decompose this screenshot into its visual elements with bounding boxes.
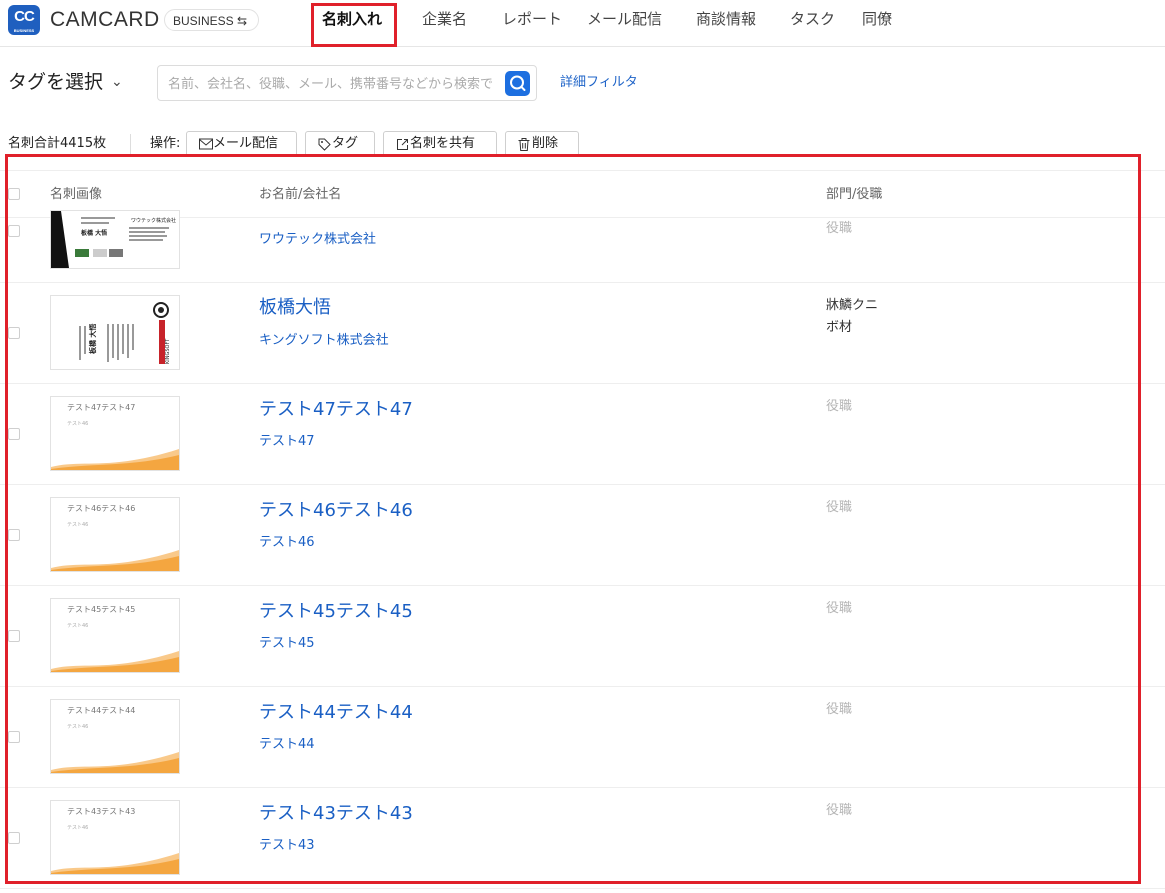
row-checkbox[interactable]	[8, 731, 20, 743]
column-header-card-image: 名刺画像	[50, 187, 103, 202]
table-row[interactable]: テスト46テスト46 テスト46 テスト46テスト46 テスト46 役職	[0, 485, 1165, 586]
row-checkbox[interactable]	[8, 225, 20, 237]
svg-text:板橋 大悟: 板橋 大悟	[81, 229, 107, 237]
table-row[interactable]: テスト43テスト43 テスト46 テスト43テスト43 テスト43 役職	[0, 788, 1165, 889]
dept-title: 役職	[826, 221, 853, 236]
contact-name-link[interactable]: テスト46テスト46	[259, 500, 413, 522]
company-name-link[interactable]: テスト45	[259, 635, 315, 653]
card-total-count: 名刺合計4415枚	[8, 136, 107, 151]
share-card-button[interactable]: 名刺を共有	[383, 131, 497, 157]
tag-button-label: タグ	[332, 136, 359, 151]
nav-companies[interactable]: 企業名	[422, 9, 467, 29]
delete-button[interactable]: 削除	[505, 131, 579, 157]
share-card-button-label: 名刺を共有	[410, 136, 476, 151]
column-header-name-company: お名前/会社名	[259, 187, 342, 202]
business-card-image[interactable]: テスト46テスト46 テスト46	[50, 497, 180, 572]
business-card-image[interactable]: テスト47テスト47 テスト46	[50, 396, 180, 471]
tag-select-label: タグを選択	[8, 71, 104, 93]
dept-title: 役職	[826, 500, 853, 515]
tag-icon	[318, 138, 331, 151]
company-name-link[interactable]: テスト43	[259, 837, 315, 855]
table-row[interactable]: KINGSOFT 板橋 大悟 板橋大悟 キングソフト株式会社 牀鱗クニ ボ材	[0, 283, 1165, 384]
operations-label: 操作:	[150, 136, 181, 151]
brand-name: CAMCARD	[50, 8, 160, 31]
chevron-down-icon: ⌄	[111, 74, 123, 90]
table-row[interactable]: テスト44テスト44 テスト46 テスト44テスト44 テスト44 役職	[0, 687, 1165, 788]
nav-tasks[interactable]: タスク	[790, 9, 835, 29]
nav-deals[interactable]: 商談情報	[696, 9, 756, 29]
table-row[interactable]: テスト45テスト45 テスト46 テスト45テスト45 テスト45 役職	[0, 586, 1165, 687]
nav-highlight-box	[311, 3, 397, 47]
row-checkbox[interactable]	[8, 529, 20, 541]
dept-title: 役職	[826, 601, 853, 616]
camcard-logo[interactable]: CC BUSINESS	[8, 5, 40, 35]
svg-text:ワウテック株式会社: ワウテック株式会社	[131, 217, 176, 224]
search-input[interactable]	[166, 72, 500, 96]
row-checkbox[interactable]	[8, 630, 20, 642]
contact-name-link[interactable]: テスト43テスト43	[259, 803, 413, 825]
delete-button-label: 削除	[532, 136, 559, 151]
business-card-image[interactable]: KINGSOFT 板橋 大悟	[50, 295, 180, 370]
trash-icon	[518, 138, 530, 151]
mail-icon	[199, 138, 213, 150]
search-box	[157, 65, 537, 101]
contact-name-link[interactable]: 板橋大悟	[259, 297, 331, 319]
card-wave-graphic	[51, 550, 179, 571]
search-button[interactable]	[505, 71, 530, 96]
row-checkbox[interactable]	[8, 327, 20, 339]
mail-delivery-button-label: メール配信	[213, 136, 279, 151]
dept-title-second-line: ボ材	[826, 320, 853, 335]
business-card-image[interactable]: テスト44テスト44 テスト46	[50, 699, 180, 774]
row-checkbox[interactable]	[8, 428, 20, 440]
row-checkbox[interactable]	[8, 832, 20, 844]
business-card-image[interactable]: テスト43テスト43 テスト46	[50, 800, 180, 875]
table-row[interactable]: テスト47テスト47 テスト46 テスト47テスト47 テスト47 役職	[0, 384, 1165, 485]
top-bar: CC BUSINESS CAMCARD BUSINESS ⇆ 名刺入れ 企業名 …	[0, 0, 1165, 47]
logo-text: CC	[14, 8, 35, 25]
company-name-link[interactable]: テスト46	[259, 534, 315, 552]
share-icon	[397, 139, 408, 150]
dept-title: 役職	[826, 702, 853, 717]
svg-text:KINGSOFT: KINGSOFT	[165, 338, 171, 364]
tag-button[interactable]: タグ	[305, 131, 375, 157]
business-card-image[interactable]: テスト45テスト45 テスト46	[50, 598, 180, 673]
company-name-link[interactable]: テスト44	[259, 736, 315, 754]
search-icon	[510, 75, 526, 91]
advanced-filter-link[interactable]: 詳細フィルタ	[560, 74, 638, 92]
company-name-link[interactable]: キングソフト株式会社	[259, 332, 389, 350]
business-card-graphic: ワウテック株式会社 板橋 大悟	[51, 211, 176, 268]
edition-switch-button[interactable]: BUSINESS ⇆	[164, 9, 259, 31]
card-wave-graphic	[51, 853, 179, 874]
nav-report[interactable]: レポート	[502, 9, 562, 29]
svg-text:板橋 大悟: 板橋 大悟	[88, 324, 97, 354]
company-name-link[interactable]: テスト47	[259, 433, 315, 451]
nav-mail-delivery[interactable]: メール配信	[587, 9, 662, 29]
card-wave-graphic	[51, 752, 179, 773]
business-card-image[interactable]: ワウテック株式会社 板橋 大悟	[50, 210, 180, 269]
dept-title: 役職	[826, 399, 853, 414]
select-all-checkbox[interactable]	[8, 188, 20, 200]
business-card-graphic: KINGSOFT 板橋 大悟	[79, 302, 171, 364]
contact-name-link[interactable]: テスト47テスト47	[259, 399, 413, 421]
column-header-dept-title: 部門/役職	[826, 187, 883, 202]
nav-colleagues[interactable]: 同僚	[862, 9, 892, 29]
card-wave-graphic	[51, 651, 179, 672]
dept-title: 牀鱗クニ	[826, 298, 879, 313]
company-name-link[interactable]: ワウテック株式会社	[259, 231, 376, 249]
logo-sub-text: BUSINESS	[13, 28, 35, 33]
contact-name-link[interactable]: テスト45テスト45	[259, 601, 413, 623]
mail-delivery-button[interactable]: メール配信	[186, 131, 297, 157]
dept-title: 役職	[826, 803, 853, 818]
card-wave-graphic	[51, 449, 179, 470]
table-row[interactable]: ワウテック株式会社 板橋 大悟 ワウテック株式会社 役職	[0, 210, 1165, 283]
contact-name-link[interactable]: テスト44テスト44	[259, 702, 413, 724]
toolbar-divider	[130, 134, 131, 154]
tag-select-dropdown[interactable]: タグを選択 ⌄	[8, 70, 123, 96]
